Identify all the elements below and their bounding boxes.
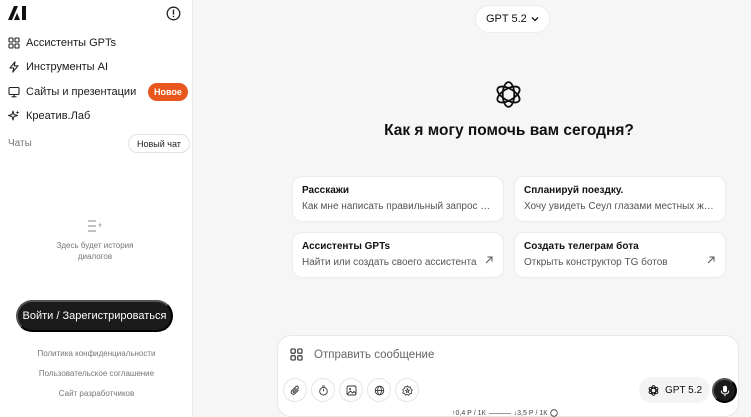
card-title: Ассистенты GPTs bbox=[302, 241, 391, 252]
page-headline: Как я могу помочь вам сегодня? bbox=[384, 122, 634, 139]
sidebar-item-sites[interactable]: Сайты и презентации bbox=[8, 82, 136, 102]
arrow-up-right-icon bbox=[707, 256, 715, 264]
privacy-policy-link[interactable]: Политика конфиденциальности bbox=[0, 349, 193, 358]
new-chat-button[interactable]: Новый чат bbox=[128, 134, 190, 153]
openai-logo-icon bbox=[648, 384, 659, 396]
openai-logo-icon bbox=[496, 81, 521, 108]
timer-button[interactable] bbox=[311, 378, 335, 402]
card-subtitle: Как мне написать правильный запрос в ч..… bbox=[302, 201, 494, 212]
chevron-down-icon bbox=[531, 17, 539, 22]
web-search-button[interactable] bbox=[367, 378, 391, 402]
empty-history-text: Здесь будет история диалогов bbox=[56, 241, 134, 261]
card-subtitle: Хочу увидеть Сеул глазами местных жит... bbox=[524, 201, 716, 212]
sidebar-item-creative-lab[interactable]: Креатив.Лаб bbox=[8, 106, 90, 126]
message-input[interactable] bbox=[314, 345, 694, 365]
help-icon[interactable] bbox=[550, 409, 559, 417]
suggestion-card[interactable]: Расскажи Как мне написать правильный зап… bbox=[292, 176, 504, 222]
sparkle-icon bbox=[8, 110, 20, 122]
globe-icon bbox=[374, 385, 384, 395]
message-composer: GPT 5.2 bbox=[277, 335, 739, 417]
sidebar-item-label: Сайты и презентации bbox=[26, 86, 137, 98]
grid-icon bbox=[8, 37, 20, 49]
login-button[interactable]: Войти / Зарегистрироваться bbox=[16, 300, 173, 332]
price-input: ↑0,4 Р / 1К bbox=[452, 409, 486, 417]
suggestion-card[interactable]: Создать телеграм бота Открыть конструкто… bbox=[514, 232, 726, 278]
price-output: ↓3,5 Р / 1К bbox=[513, 409, 548, 417]
microphone-icon bbox=[720, 385, 729, 396]
card-subtitle: Найти или создать своего ассистента bbox=[302, 257, 477, 268]
new-badge: Новое bbox=[148, 83, 188, 101]
image-button[interactable] bbox=[339, 378, 363, 402]
stopwatch-icon bbox=[318, 385, 328, 395]
attach-button[interactable] bbox=[283, 378, 307, 402]
chats-label: Чаты bbox=[8, 138, 32, 149]
paperclip-icon bbox=[290, 385, 299, 395]
card-subtitle: Открыть конструктор TG ботов bbox=[524, 257, 668, 268]
info-icon[interactable] bbox=[166, 6, 181, 21]
card-title: Расскажи bbox=[302, 185, 350, 196]
suggestion-card[interactable]: Ассистенты GPTs Найти или создать своего… bbox=[292, 232, 504, 278]
lightning-icon bbox=[8, 61, 20, 73]
model-selector-label: GPT 5.2 bbox=[486, 13, 527, 25]
monitor-icon bbox=[8, 86, 20, 98]
sidebar-item-ai-tools[interactable]: Инструменты AI bbox=[8, 57, 108, 77]
token-price-info: ↑0,4 Р / 1К ↓3,5 Р / 1К bbox=[452, 409, 559, 417]
sidebar-item-label: Ассистенты GPTs bbox=[26, 37, 116, 49]
sidebar-item-label: Креатив.Лаб bbox=[26, 110, 91, 122]
suggestion-card[interactable]: Спланируй поездку. Хочу увидеть Сеул гла… bbox=[514, 176, 726, 222]
apps-grid-icon[interactable] bbox=[290, 348, 303, 361]
sidebar-item-label: Инструменты AI bbox=[26, 61, 109, 73]
card-title: Спланируй поездку. bbox=[524, 185, 624, 196]
sidebar-item-gpts[interactable]: Ассистенты GPTs bbox=[8, 33, 116, 53]
model-selector[interactable]: GPT 5.2 bbox=[475, 5, 550, 33]
user-agreement-link[interactable]: Пользовательское соглашение bbox=[0, 369, 193, 378]
app-logo-icon[interactable] bbox=[8, 6, 28, 20]
card-title: Создать телеграм бота bbox=[524, 241, 639, 252]
badge-star-icon bbox=[401, 384, 413, 396]
history-list-icon bbox=[88, 220, 103, 232]
sidebar: Ассистенты GPTs Инструменты AI Сайты и п… bbox=[0, 0, 193, 417]
arrow-up-right-icon bbox=[485, 256, 493, 264]
price-divider bbox=[488, 412, 511, 414]
effects-button[interactable] bbox=[395, 378, 419, 402]
image-icon bbox=[346, 385, 356, 395]
composer-model-label: GPT 5.2 bbox=[665, 384, 703, 396]
developer-site-link[interactable]: Сайт разработчиков bbox=[0, 389, 193, 398]
composer-model-chip[interactable]: GPT 5.2 bbox=[639, 377, 710, 403]
voice-input-button[interactable] bbox=[712, 378, 737, 403]
